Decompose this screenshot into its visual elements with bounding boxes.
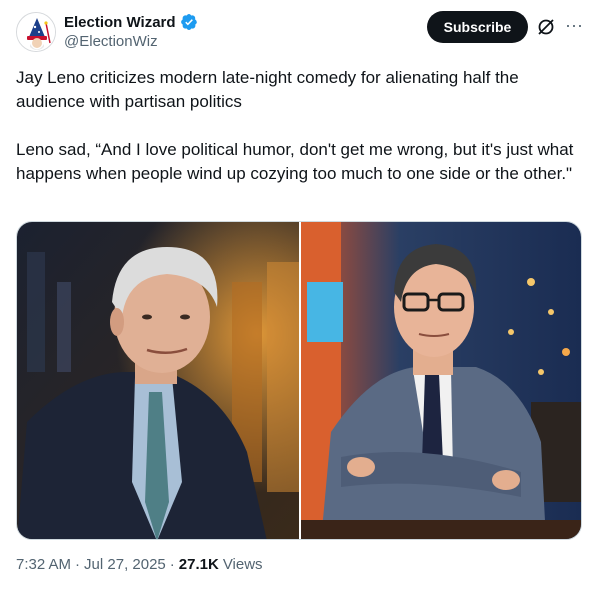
grok-icon[interactable] (536, 17, 556, 37)
tweet-date[interactable]: Jul 27, 2025 (84, 556, 166, 573)
tweet-meta: 7:32 AM · Jul 27, 2025 · 27.1K Views (16, 556, 263, 573)
views-label: Views (222, 556, 263, 573)
tweet-paragraph-1: Jay Leno criticizes modern late-night co… (16, 68, 519, 111)
photo-jay-leno[interactable] (17, 222, 299, 539)
subscribe-button[interactable]: Subscribe (427, 11, 528, 43)
tweet-media (16, 221, 582, 540)
wizard-avatar-icon (17, 13, 55, 51)
tweet-header: Election Wizard @ElectionWiz Subscribe ·… (16, 10, 584, 54)
tweet-time[interactable]: 7:32 AM (16, 556, 71, 573)
photo-stephen-colbert[interactable] (301, 222, 581, 539)
meta-separator: · (169, 556, 175, 573)
author-handle[interactable]: @ElectionWiz (64, 33, 198, 50)
avatar[interactable] (16, 12, 56, 52)
tweet-paragraph-2: Leno sad, “And I love political humor, d… (16, 140, 574, 183)
meta-separator: · (75, 556, 81, 573)
author-names: Election Wizard @ElectionWiz (64, 12, 198, 50)
more-options-icon[interactable]: ··· (564, 16, 584, 38)
display-name[interactable]: Election Wizard (64, 14, 176, 31)
views-count: 27.1K (178, 556, 219, 573)
tweet-text: Jay Leno criticizes modern late-night co… (16, 66, 586, 186)
verified-badge-icon[interactable] (180, 13, 198, 31)
